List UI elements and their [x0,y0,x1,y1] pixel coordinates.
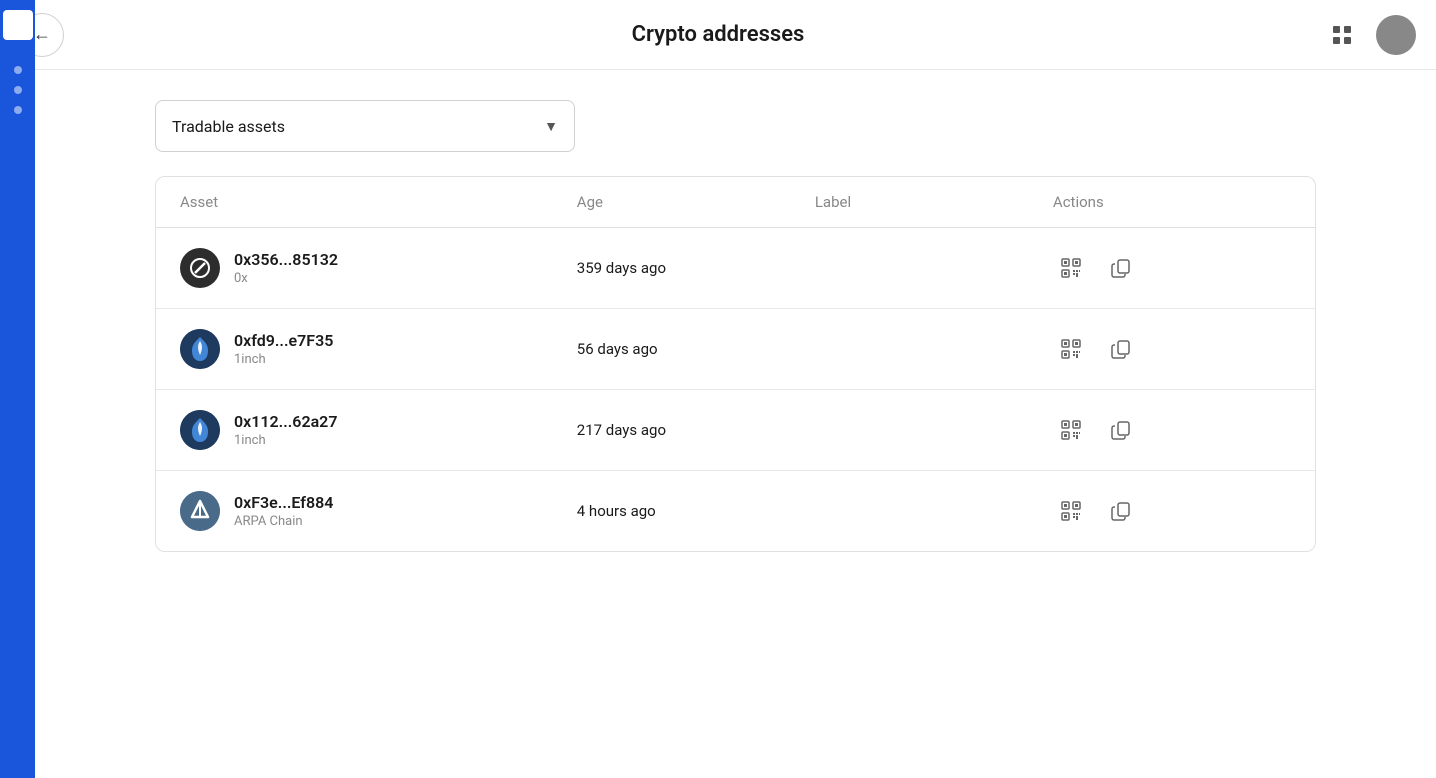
qr-code-button-4[interactable] [1053,493,1089,529]
dropdown-label: Tradable assets [172,117,285,136]
table-header: Asset Age Label Actions [156,177,1315,228]
asset-name-3: 1inch [234,433,337,448]
copy-button-2[interactable] [1103,331,1139,367]
age-cell-1: 359 days ago [577,259,815,277]
age-cell-4: 4 hours ago [577,502,815,520]
actions-cell-2 [1053,331,1291,367]
chevron-down-icon: ▼ [544,118,558,135]
qr-code-button-1[interactable] [1053,250,1089,286]
sidebar-brand [3,10,33,40]
qr-icon-1 [1060,257,1082,279]
col-header-asset: Asset [180,193,577,211]
avatar[interactable] [1376,15,1416,55]
sidebar-dot-1 [14,66,22,74]
qr-icon-2 [1060,338,1082,360]
grid-icon [1331,24,1353,46]
copy-icon-2 [1111,339,1131,359]
asset-icon-4 [180,491,220,531]
sidebar-dot-3 [14,106,22,114]
asset-cell-2: 0xfd9...e7F35 1inch [180,329,577,369]
header-center: Crypto addresses [632,22,805,47]
table-row[interactable]: 0xfd9...e7F35 1inch 56 days ago [156,309,1315,390]
copy-icon-3 [1111,420,1131,440]
asset-icon-3 [180,410,220,450]
copy-button-3[interactable] [1103,412,1139,448]
table-row[interactable]: 0x356...85132 0x 359 days ago [156,228,1315,309]
asset-info-4: 0xF3e...Ef884 ARPA Chain [234,493,333,529]
asset-address-2: 0xfd9...e7F35 [234,331,333,350]
col-header-label: Label [815,193,1053,211]
age-cell-3: 217 days ago [577,421,815,439]
asset-cell-3: 0x112...62a27 1inch [180,410,577,450]
asset-name-2: 1inch [234,352,333,367]
table-row[interactable]: 0xF3e...Ef884 ARPA Chain 4 hours ago [156,471,1315,551]
asset-cell-4: 0xF3e...Ef884 ARPA Chain [180,491,577,531]
dropdown-container: Tradable assets ▼ [155,100,1316,152]
grid-icon-button[interactable] [1320,13,1364,57]
qr-code-button-2[interactable] [1053,331,1089,367]
age-cell-2: 56 days ago [577,340,815,358]
asset-info-2: 0xfd9...e7F35 1inch [234,331,333,367]
col-header-age: Age [577,193,815,211]
actions-cell-4 [1053,493,1291,529]
asset-name-1: 0x [234,271,338,286]
copy-icon-4 [1111,501,1131,521]
asset-address-3: 0x112...62a27 [234,412,337,431]
asset-name-4: ARPA Chain [234,514,333,529]
header: ← Crypto addresses [0,0,1436,70]
page-title: Crypto addresses [632,22,805,47]
asset-info-1: 0x356...85132 0x [234,250,338,286]
copy-button-1[interactable] [1103,250,1139,286]
addresses-table: Asset Age Label Actions 0x356...85132 0x [155,176,1316,552]
col-header-actions: Actions [1053,193,1291,211]
asset-address-1: 0x356...85132 [234,250,338,269]
actions-cell-3 [1053,412,1291,448]
qr-code-button-3[interactable] [1053,412,1089,448]
asset-info-3: 0x112...62a27 1inch [234,412,337,448]
asset-cell-1: 0x356...85132 0x [180,248,577,288]
sidebar [0,0,35,778]
asset-icon-2 [180,329,220,369]
sidebar-dot-2 [14,86,22,94]
qr-icon-3 [1060,419,1082,441]
asset-icon-1 [180,248,220,288]
qr-icon-4 [1060,500,1082,522]
table-row[interactable]: 0x112...62a27 1inch 217 days ago [156,390,1315,471]
main-content: Tradable assets ▼ Asset Age Label Action… [35,70,1436,582]
copy-button-4[interactable] [1103,493,1139,529]
copy-icon-1 [1111,258,1131,278]
asset-address-4: 0xF3e...Ef884 [234,493,333,512]
header-right [1320,13,1416,57]
asset-filter-dropdown[interactable]: Tradable assets ▼ [155,100,575,152]
actions-cell-1 [1053,250,1291,286]
